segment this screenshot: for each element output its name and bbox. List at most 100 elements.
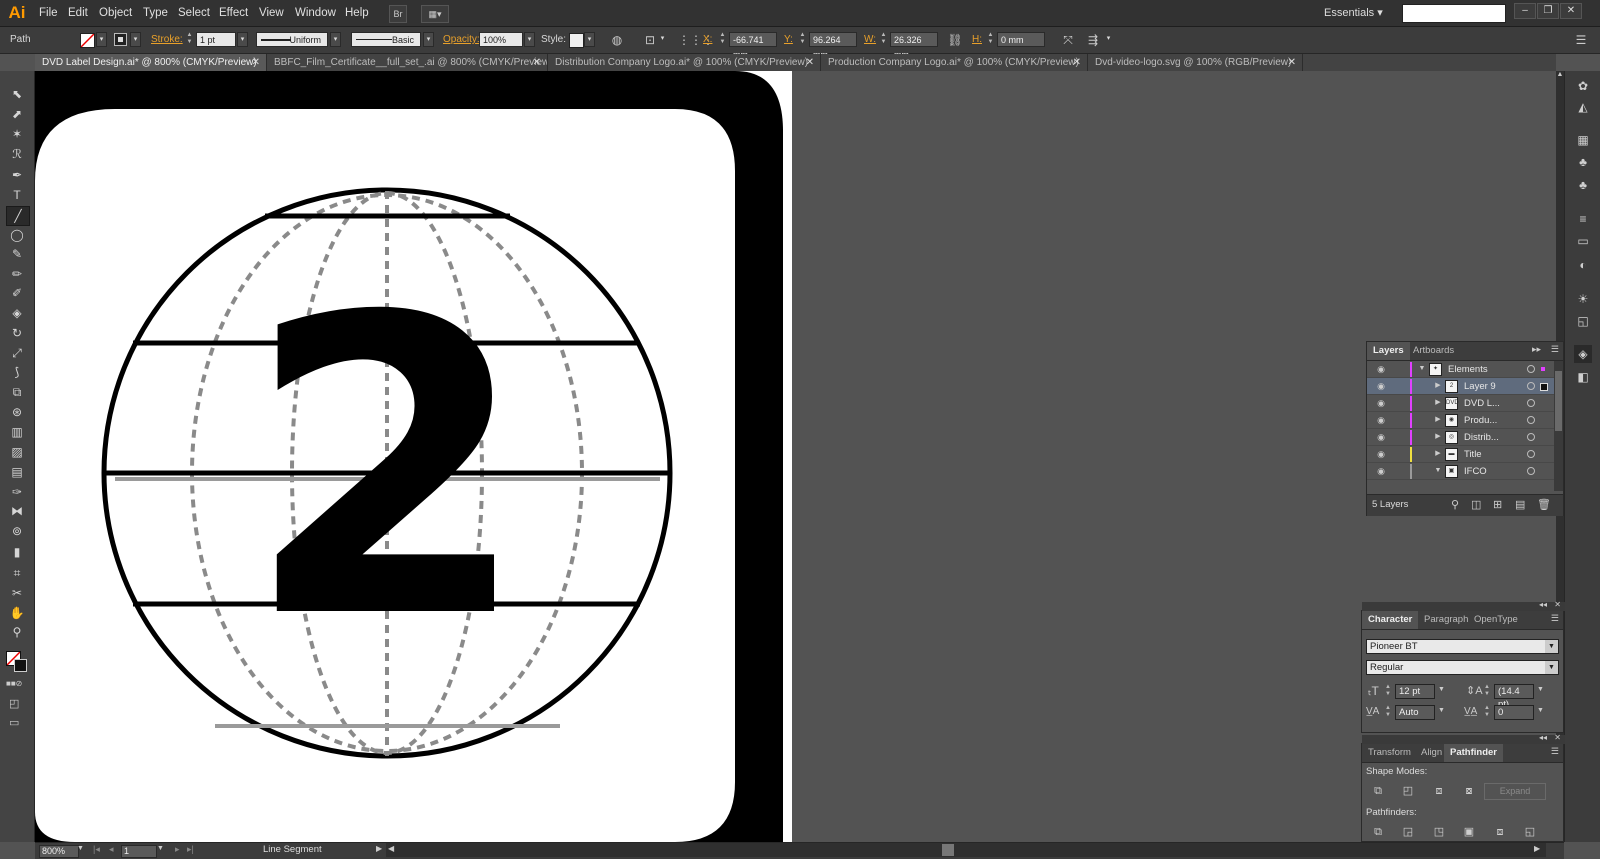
tab-distribution-company-logo[interactable]: Distribution Company Logo.ai* @ 100% (CM…: [548, 54, 821, 71]
kerning-spinner[interactable]: ▲ ▼: [1385, 705, 1391, 719]
tab-production-company-logo[interactable]: Production Company Logo.ai* @ 100% (CMYK…: [821, 54, 1088, 71]
mesh-tool-icon[interactable]: ▨: [6, 443, 28, 461]
chevron-right-icon[interactable]: ▶: [1433, 380, 1443, 392]
close-icon[interactable]: ✕: [1288, 54, 1296, 71]
menu-type[interactable]: Type: [143, 0, 168, 26]
w-field[interactable]: 26.326 mm: [890, 32, 938, 60]
opacity-dropdown[interactable]: ▾: [524, 32, 535, 47]
target-icon[interactable]: [1527, 382, 1535, 390]
menu-window[interactable]: Window: [295, 0, 336, 26]
divide-icon[interactable]: ⧉: [1370, 825, 1386, 839]
h-field[interactable]: 0 mm: [997, 32, 1045, 47]
zoom-dropdown[interactable]: ▼: [77, 845, 84, 852]
layers-scroll-thumb[interactable]: [1555, 371, 1562, 431]
target-icon[interactable]: [1527, 433, 1535, 441]
tab-dvd-label-design[interactable]: DVD Label Design.ai* @ 800% (CMYK/Previe…: [35, 54, 267, 71]
restore-button[interactable]: ❐: [1537, 3, 1559, 19]
font-size-field[interactable]: 12 pt: [1395, 684, 1435, 699]
layer-row[interactable]: ◉ ▼ ▣ IFCO: [1367, 463, 1560, 480]
x-spinner[interactable]: ▲ ▼: [718, 32, 727, 47]
tracking-spinner[interactable]: ▲ ▼: [1484, 705, 1490, 719]
horizontal-scroll-thumb[interactable]: [942, 844, 954, 856]
chevron-right-icon[interactable]: ▶: [1433, 431, 1443, 443]
eyedropper-tool-icon[interactable]: ✑: [6, 483, 28, 501]
reference-point-icon[interactable]: ⋮⋮⋮: [678, 32, 714, 48]
target-icon[interactable]: [1527, 399, 1535, 407]
tracking-dropdown[interactable]: ▼: [1537, 707, 1544, 714]
tab-artboards[interactable]: Artboards: [1407, 342, 1460, 360]
zoom-field[interactable]: 800%: [39, 845, 79, 858]
new-sublayer-icon[interactable]: ⊞: [1493, 498, 1502, 511]
scroll-left-icon[interactable]: ◀: [388, 844, 394, 853]
isolate-group-icon[interactable]: ⇶: [1085, 32, 1101, 48]
stroke-color-dropdown[interactable]: ▾: [130, 32, 141, 47]
paintbrush-tool-icon[interactable]: ✎: [6, 245, 28, 263]
arrange-documents-button[interactable]: ▦▾: [421, 5, 449, 23]
collapse-panel-icon[interactable]: ◂◂: [1539, 733, 1547, 742]
stroke-weight-dropdown[interactable]: ▾: [237, 32, 248, 47]
align-dropdown[interactable]: ▾: [657, 32, 668, 47]
layer-row[interactable]: ◉ ▼ ✦ Elements: [1367, 361, 1560, 378]
graphic-style-swatch[interactable]: [569, 33, 584, 48]
chevron-right-icon[interactable]: ▶: [1433, 448, 1443, 460]
hand-tool-icon[interactable]: ✋: [6, 604, 28, 622]
close-window-button[interactable]: ✕: [1560, 3, 1582, 19]
minus-back-icon[interactable]: ◱: [1522, 825, 1538, 839]
close-icon[interactable]: ✕: [1073, 54, 1081, 71]
rotate-tool-icon[interactable]: ↻: [6, 324, 28, 342]
close-icon[interactable]: ✕: [533, 54, 541, 71]
transform-icon[interactable]: ⤧: [1060, 32, 1076, 48]
intersect-icon[interactable]: ⧈: [1431, 784, 1447, 798]
zoom-tool-icon[interactable]: ⚲: [6, 623, 28, 641]
layers-dock-icon[interactable]: ◈: [1574, 345, 1592, 363]
layers-scrollbar[interactable]: [1554, 361, 1563, 491]
lock-toggle[interactable]: [1392, 431, 1404, 443]
chevron-down-icon[interactable]: ▼: [1433, 465, 1443, 477]
delete-layer-icon[interactable]: 🗑: [1537, 498, 1551, 511]
target-icon[interactable]: [1527, 450, 1535, 458]
symbols-icon[interactable]: ♣: [1574, 176, 1592, 194]
panel-menu-icon[interactable]: ☰: [1551, 344, 1559, 355]
fill-swatch[interactable]: [80, 33, 95, 48]
trim-icon[interactable]: ◲: [1400, 825, 1416, 839]
target-icon[interactable]: [1527, 365, 1535, 373]
lock-toggle[interactable]: [1392, 414, 1404, 426]
menu-object[interactable]: Object: [99, 0, 132, 26]
chevron-right-icon[interactable]: ▶: [1433, 397, 1443, 409]
blob-brush-tool-icon[interactable]: ✐: [6, 284, 28, 302]
brushes-icon[interactable]: ♣: [1574, 153, 1592, 171]
layer-row[interactable]: ◉ ▶ ◉ Produ...: [1367, 412, 1560, 429]
stroke-icon[interactable]: ≡: [1574, 210, 1592, 228]
lock-toggle[interactable]: [1392, 465, 1404, 477]
variable-width-profile[interactable]: Uniform: [256, 32, 328, 47]
stroke-label[interactable]: Stroke:: [151, 27, 183, 53]
target-icon[interactable]: [1527, 416, 1535, 424]
line-segment-tool-icon[interactable]: ╱: [6, 206, 30, 226]
stroke-weight-field[interactable]: 1 pt: [196, 32, 236, 47]
stroke-weight-spinner[interactable]: ▲ ▼: [185, 32, 194, 47]
layer-row[interactable]: ◉ ▶ 2 Layer 9: [1367, 378, 1560, 395]
brush-definition[interactable]: Basic: [351, 32, 421, 47]
panel-menu-icon[interactable]: ☰: [1551, 613, 1559, 624]
w-spinner[interactable]: ▲ ▼: [879, 32, 888, 47]
tab-dvd-video-logo[interactable]: Dvd-video-logo.svg @ 100% (RGB/Preview) ✕: [1088, 54, 1303, 71]
opacity-field[interactable]: 100%: [479, 32, 523, 47]
tab-opentype[interactable]: OpenType: [1468, 611, 1524, 629]
scroll-right-icon[interactable]: ▶: [1534, 844, 1540, 853]
make-clipping-mask-icon[interactable]: ◫: [1471, 498, 1481, 511]
tab-transform[interactable]: Transform: [1362, 744, 1417, 762]
collapse-panel-icon[interactable]: ▸▸: [1532, 344, 1541, 355]
brush-dropdown[interactable]: ▾: [423, 32, 434, 47]
scroll-up-icon[interactable]: ▲: [1556, 71, 1564, 81]
y-field[interactable]: 96.264 mm: [809, 32, 857, 60]
lock-toggle[interactable]: [1392, 448, 1404, 460]
minus-front-icon[interactable]: ◰: [1400, 784, 1416, 798]
menu-edit[interactable]: Edit: [68, 0, 88, 26]
y-spinner[interactable]: ▲ ▼: [798, 32, 807, 47]
eye-icon[interactable]: ◉: [1375, 448, 1387, 460]
direct-selection-tool-icon[interactable]: ⬈: [6, 105, 28, 123]
layer-row[interactable]: ◉ ▶ ◎ Distrib...: [1367, 429, 1560, 446]
selection-tool-icon[interactable]: ⬉: [6, 85, 28, 103]
swatches-icon[interactable]: ▦: [1574, 131, 1592, 149]
tracking-field[interactable]: 0: [1494, 705, 1534, 720]
